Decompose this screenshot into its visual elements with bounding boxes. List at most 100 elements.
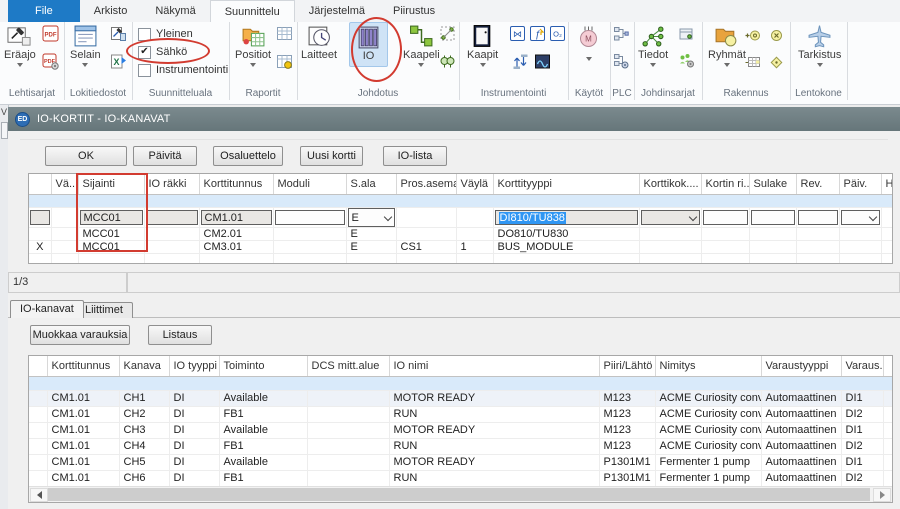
plc-structure-icon[interactable] bbox=[613, 26, 630, 43]
io-lista-button[interactable]: IO-lista bbox=[383, 146, 447, 166]
col-sala[interactable]: S.ala bbox=[346, 174, 396, 195]
dialog-titlebar[interactable]: ED IO-KORTIT - IO-KANAVAT bbox=[8, 107, 900, 131]
col-korttitunnus[interactable]: Korttitunnus bbox=[47, 356, 119, 377]
kaapit-button[interactable]: Kaapit bbox=[467, 24, 498, 67]
col-hu[interactable]: Hu bbox=[881, 174, 893, 195]
ryhmat-button[interactable]: Ryhmät bbox=[708, 24, 746, 67]
osaluettelo-button[interactable]: Osaluettelo bbox=[213, 146, 283, 166]
sahko-checkbox-box[interactable]: ✔ bbox=[138, 46, 151, 59]
table-row[interactable]: CM1.01 CH6 DI FB1 RUN P1301M1 Fermenter … bbox=[29, 471, 893, 487]
paiv-combobox[interactable] bbox=[841, 210, 880, 225]
scroll-right-button[interactable] bbox=[873, 488, 891, 502]
table-row[interactable]: X MCC01 CM3.01 E CS1 1 BUS_MODULE bbox=[29, 241, 893, 254]
tab-suunnittelu[interactable]: Suunnittelu bbox=[210, 0, 295, 22]
io-button[interactable]: IO bbox=[349, 22, 388, 67]
group-table-icon[interactable] bbox=[744, 54, 761, 71]
listaus-button[interactable]: Listaus bbox=[148, 325, 212, 345]
checkbox-sahko[interactable]: ✔ Sähkö bbox=[138, 45, 187, 59]
left-panel-handle[interactable] bbox=[1, 122, 8, 139]
col-extra[interactable] bbox=[883, 356, 893, 377]
checkbox-instrumentointi[interactable]: Instrumentointi bbox=[138, 63, 228, 77]
chevron-down-icon[interactable] bbox=[688, 212, 696, 220]
selain-button[interactable]: Selain bbox=[70, 24, 101, 67]
col-rev[interactable]: Rev. bbox=[796, 174, 839, 195]
curve-doc-icon[interactable] bbox=[534, 53, 551, 70]
table-row[interactable]: CM1.01 CH5 DI Available MOTOR READY P130… bbox=[29, 455, 893, 471]
uusi-kortti-button[interactable]: Uusi kortti bbox=[300, 146, 363, 166]
tab-arkisto[interactable]: Arkisto bbox=[80, 0, 142, 22]
report-table-icon[interactable] bbox=[276, 25, 293, 42]
eraajo-button[interactable]: Eräajo bbox=[4, 24, 36, 67]
empty-filter-row[interactable] bbox=[29, 195, 893, 208]
actuator-doc-icon[interactable]: ƒ bbox=[529, 25, 546, 42]
table-row-selected[interactable]: MCC01 CM1.01 E DI810/TU838 bbox=[29, 208, 893, 228]
kaytot-button[interactable]: M bbox=[576, 24, 601, 61]
table-row[interactable]: CM1.01 CH2 DI FB1 RUN M123 ACME Curiosit… bbox=[29, 407, 893, 423]
col-moduli[interactable]: Moduli bbox=[273, 174, 346, 195]
laitteet-button[interactable]: Laitteet bbox=[301, 24, 337, 61]
empty-filter-row[interactable] bbox=[29, 377, 893, 391]
signal-updown-icon[interactable] bbox=[512, 53, 529, 70]
excel-export-icon[interactable]: X bbox=[110, 53, 127, 70]
scroll-left-button[interactable] bbox=[30, 488, 48, 502]
col-piiri-lahto[interactable]: Piiri/Lähtö bbox=[599, 356, 655, 377]
sala-combobox[interactable]: E bbox=[348, 208, 395, 227]
col-sijainti[interactable]: Sijainti bbox=[78, 174, 144, 195]
col-va[interactable]: Vä... bbox=[51, 174, 78, 195]
col-varaustyyppi[interactable]: Varaustyyppi bbox=[761, 356, 841, 377]
chevron-down-icon[interactable] bbox=[868, 212, 876, 220]
tab-jarjestelma[interactable]: Järjestelmä bbox=[295, 0, 379, 22]
col-kanava[interactable]: Kanava bbox=[119, 356, 169, 377]
row-selector-header[interactable] bbox=[29, 356, 47, 377]
table-row-empty[interactable] bbox=[29, 254, 893, 265]
col-io-rakki[interactable]: IO räkki bbox=[144, 174, 199, 195]
tab-piirustus[interactable]: Piirustus bbox=[379, 0, 449, 22]
korttitunnus-edit[interactable]: CM1.01 bbox=[201, 210, 272, 225]
io-rakki-edit[interactable] bbox=[146, 210, 198, 225]
tab-file[interactable]: File bbox=[8, 0, 80, 22]
cable-route-icon[interactable] bbox=[439, 25, 456, 42]
rev-edit[interactable] bbox=[798, 210, 838, 225]
kaapeli-button[interactable]: Kaapeli bbox=[403, 24, 440, 67]
row-selector-header[interactable] bbox=[29, 174, 51, 195]
sulake-edit[interactable] bbox=[751, 210, 795, 225]
tarkistus-button[interactable]: Tarkistus bbox=[798, 24, 841, 67]
col-io-nimi[interactable]: IO nimi bbox=[389, 356, 599, 377]
col-kortin-ri[interactable]: Kortin ri... bbox=[701, 174, 749, 195]
oxygen-doc-icon[interactable]: O₂ bbox=[549, 25, 566, 42]
sijainti-edit[interactable]: MCC01 bbox=[80, 210, 143, 225]
korttityyppi-edit[interactable]: DI810/TU838 bbox=[495, 210, 638, 225]
moduli-edit[interactable] bbox=[275, 210, 345, 225]
checkbox-yleinen[interactable]: Yleinen bbox=[138, 27, 193, 41]
zone-diamond-icon[interactable] bbox=[768, 54, 785, 71]
harness-settings-icon[interactable] bbox=[678, 52, 695, 69]
paivita-button[interactable]: Päivitä bbox=[133, 146, 197, 166]
instrumentointi-checkbox-box[interactable] bbox=[138, 64, 151, 77]
pdf-icon[interactable]: PDF bbox=[42, 25, 59, 42]
cable-coil-icon[interactable] bbox=[439, 53, 456, 70]
col-dcs-mitt-alue[interactable]: DCS mitt.alue bbox=[307, 356, 389, 377]
report-table-settings-icon[interactable] bbox=[276, 53, 293, 70]
chevron-down-icon[interactable] bbox=[383, 212, 391, 220]
harness-frame-icon[interactable] bbox=[678, 26, 695, 43]
col-io-tyyppi[interactable]: IO tyyppi bbox=[169, 356, 219, 377]
col-korttitunnus[interactable]: Korttitunnus bbox=[199, 174, 273, 195]
tiedot-button[interactable]: Tiedot bbox=[638, 24, 668, 67]
kortin-ri-edit[interactable] bbox=[703, 210, 748, 225]
tab-nakyma[interactable]: Näkymä bbox=[141, 0, 209, 22]
col-vayla[interactable]: Väylä bbox=[456, 174, 493, 195]
col-sulake[interactable]: Sulake bbox=[749, 174, 796, 195]
horizontal-scrollbar[interactable] bbox=[29, 486, 892, 502]
col-pros-asema[interactable]: Pros.asema bbox=[396, 174, 456, 195]
valve-doc-icon[interactable]: ⋈ bbox=[509, 25, 526, 42]
tab-io-kanavat[interactable]: IO-kanavat bbox=[10, 300, 84, 318]
table-row[interactable]: MCC01 CM2.01 E DO810/TU830 bbox=[29, 228, 893, 241]
table-row[interactable]: CM1.01 CH3 DI Available MOTOR READY M123… bbox=[29, 423, 893, 439]
korttikok-combobox[interactable] bbox=[641, 210, 700, 225]
muokkaa-varauksia-button[interactable]: Muokkaa varauksia bbox=[30, 325, 130, 345]
yleinen-checkbox-box[interactable] bbox=[138, 28, 151, 41]
log-tool-icon[interactable] bbox=[110, 25, 127, 42]
col-nimitys[interactable]: Nimitys bbox=[655, 356, 761, 377]
row-selector-cell[interactable] bbox=[30, 210, 50, 225]
positiot-button[interactable]: Positiot bbox=[235, 24, 271, 67]
